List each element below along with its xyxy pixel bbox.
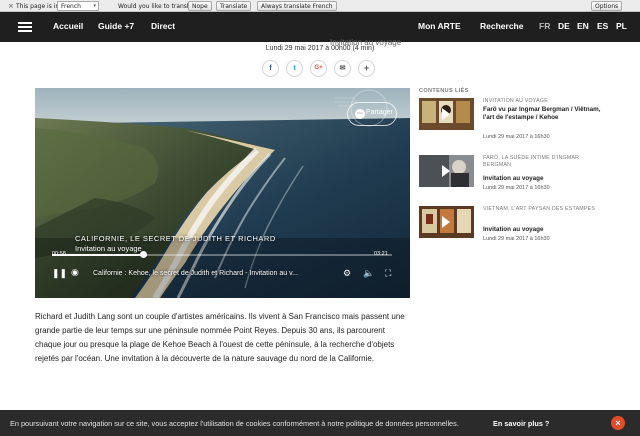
fullscreen-icon[interactable]: ⛶ <box>385 268 391 279</box>
video-progress-bar[interactable] <box>52 251 392 258</box>
related-thumbnail[interactable] <box>419 155 474 187</box>
related-title[interactable]: Invitation au voyage <box>483 226 603 234</box>
mail-icon[interactable]: ✉ <box>334 60 351 77</box>
related-category: INVITATION AU VOYAGE <box>483 98 548 104</box>
lang-de[interactable]: DE <box>558 21 570 31</box>
related-category: FARÖ, LA SUÈDE INTIME D'INGMAR BERGMAN <box>483 155 580 168</box>
nope-button[interactable]: Nope <box>188 1 212 11</box>
control-bar-title: Californie : Kehoe, le secret de Judith … <box>93 270 298 277</box>
close-icon[interactable]: × <box>611 416 625 430</box>
related-thumbnail[interactable] <box>419 206 474 238</box>
video-player[interactable]: ⋯ Partager Californie, le secret de Judi… <box>35 88 410 298</box>
page-language-select[interactable]: French ▾ <box>57 1 99 11</box>
main-nav: Accueil Guide +7 Direct Mon ARTE Recherc… <box>0 12 640 47</box>
close-translate-bar-icon[interactable]: × <box>8 2 16 10</box>
translate-button[interactable]: Translate <box>216 1 252 11</box>
play-icon <box>442 165 450 177</box>
related-item[interactable]: VIETNAM, L'ART PAYSAN DES ESTAMPES Invit… <box>419 206 619 242</box>
related-category: VIETNAM, L'ART PAYSAN DES ESTAMPES <box>483 206 596 212</box>
page-language-label: This page is in <box>16 3 60 10</box>
article-paragraph: Richard et Judith Lang sont un couple d'… <box>35 312 405 363</box>
broadcast-date: Lundi 29 mai 2017 à 00h00 (4 min) <box>265 45 375 52</box>
related-date: Lundi 29 mai 2017 à 16h30 <box>483 134 550 140</box>
facebook-icon[interactable]: f <box>262 60 279 77</box>
lang-en[interactable]: EN <box>577 21 589 31</box>
lang-es[interactable]: ES <box>597 21 608 31</box>
play-icon <box>442 108 450 120</box>
options-button[interactable]: Options <box>591 1 623 11</box>
related-date: Lundi 29 mai 2017 à 16h30 <box>483 236 550 242</box>
related-title[interactable]: Farö vu par Ingmar Bergman / Viêtnam, l'… <box>483 106 603 122</box>
nav-item-guide[interactable]: Guide +7 <box>98 21 134 31</box>
video-subtitle: Invitation au voyage <box>75 244 142 253</box>
play-icon <box>442 216 450 228</box>
translate-bar: × This page is in French ▾ Would you like… <box>0 0 640 12</box>
volume-icon[interactable]: 🔈 <box>363 268 374 279</box>
related-title[interactable]: Invitation au voyage <box>483 175 603 183</box>
cookie-message: En poursuivant votre navigation sur ce s… <box>10 419 459 428</box>
always-translate-button[interactable]: Always translate French <box>257 1 337 11</box>
nav-item-recherche[interactable]: Recherche <box>480 21 523 31</box>
pause-icon[interactable]: ❚❚ <box>52 268 67 279</box>
cookie-banner: En poursuivant votre navigation sur ce s… <box>0 410 640 436</box>
arte-logo-icon: ◉ <box>71 267 79 277</box>
share-icon: ⋯ <box>355 109 365 119</box>
related-content-heading: CONTENUS LIÉS <box>419 88 469 94</box>
cookie-more-link[interactable]: En savoir plus ? <box>493 419 549 428</box>
google-plus-icon[interactable]: G+ <box>310 60 327 77</box>
nav-item-mon-arte[interactable]: Mon ARTE <box>418 21 461 31</box>
plus-icon[interactable]: + <box>358 60 375 77</box>
video-share-button[interactable]: ⋯ Partager <box>347 102 397 126</box>
lang-pl[interactable]: PL <box>616 21 627 31</box>
twitter-icon[interactable]: t <box>286 60 303 77</box>
lang-fr[interactable]: FR <box>539 21 550 31</box>
settings-icon[interactable]: ⚙ <box>343 268 351 279</box>
progress-fill <box>52 254 144 256</box>
menu-icon[interactable] <box>18 22 32 32</box>
related-thumbnail[interactable] <box>419 98 474 130</box>
related-item[interactable]: FARÖ, LA SUÈDE INTIME D'INGMAR BERGMAN I… <box>419 155 619 191</box>
related-item[interactable]: INVITATION AU VOYAGE Farö vu par Ingmar … <box>419 98 619 140</box>
article-body: Richard et Judith Lang sont un couple d'… <box>35 310 410 366</box>
nav-item-accueil[interactable]: Accueil <box>53 21 83 31</box>
video-title: Californie, le secret de Judith et Richa… <box>75 234 276 243</box>
nav-item-direct[interactable]: Direct <box>151 21 175 31</box>
chevron-down-icon: ▾ <box>93 3 96 9</box>
related-date: Lundi 29 mai 2017 à 16h30 <box>483 185 550 191</box>
